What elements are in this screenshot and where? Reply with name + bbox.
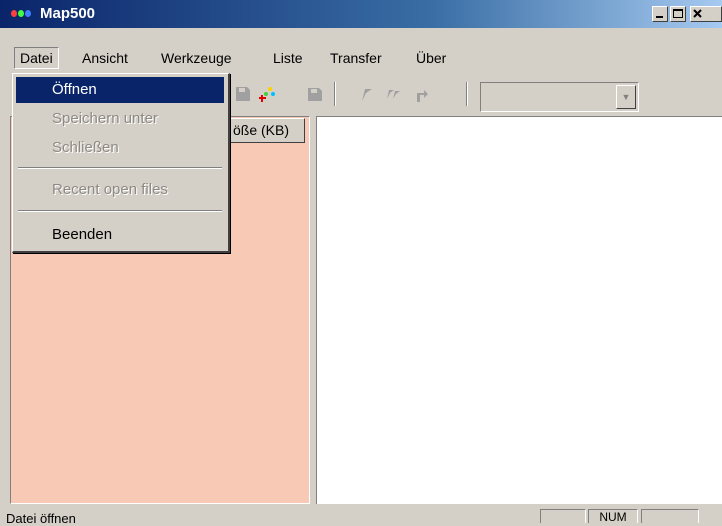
status-pane (641, 509, 699, 523)
route-split-icon[interactable] (384, 85, 402, 103)
menu-item-oeffnen[interactable]: Öffnen (16, 77, 224, 103)
maximize-button[interactable] (670, 6, 686, 22)
route-start-icon[interactable] (358, 85, 376, 103)
menu-item-recent-files[interactable]: Recent open files (16, 177, 224, 203)
menu-werkzeuge[interactable]: Werkzeuge (156, 47, 237, 69)
window-title: Map500 (40, 5, 96, 22)
route-turn-icon[interactable] (412, 85, 430, 103)
status-pane (540, 509, 586, 523)
column-header-size[interactable]: öße (KB) (220, 118, 305, 143)
chevron-down-icon[interactable]: ▼ (616, 85, 636, 109)
close-button[interactable] (690, 6, 722, 22)
close-icon (693, 9, 702, 18)
menu-separator (18, 210, 222, 212)
minimize-icon (656, 16, 663, 18)
new-waypoint-icon[interactable] (258, 85, 276, 103)
maximize-icon (673, 9, 683, 18)
delete-icon[interactable] (306, 85, 324, 103)
menu-item-speichern-unter[interactable]: Speichern unter (16, 106, 224, 132)
menu-separator (18, 167, 222, 169)
menu-liste[interactable]: Liste (268, 47, 308, 69)
menu-transfer[interactable]: Transfer (325, 47, 387, 69)
app-icon (11, 10, 33, 18)
file-menu-dropdown: Öffnen Speichern unter Schließen Recent … (12, 73, 230, 253)
title-bar[interactable]: Map500 (0, 0, 722, 28)
num-indicator: NUM (588, 509, 638, 524)
menu-ansicht[interactable]: Ansicht (77, 47, 133, 69)
toolbar-separator (334, 82, 336, 106)
save-icon[interactable] (234, 85, 252, 103)
menu-datei[interactable]: Datei (14, 47, 59, 69)
map-view-panel[interactable] (316, 116, 722, 504)
toolbar-separator (466, 82, 468, 106)
minimize-button[interactable] (652, 6, 668, 22)
menu-item-schliessen[interactable]: Schließen (16, 135, 224, 161)
menu-ueber[interactable]: Über (411, 47, 451, 69)
toolbar-combobox[interactable]: ▼ (480, 82, 639, 112)
menu-item-beenden[interactable]: Beenden (16, 222, 224, 248)
